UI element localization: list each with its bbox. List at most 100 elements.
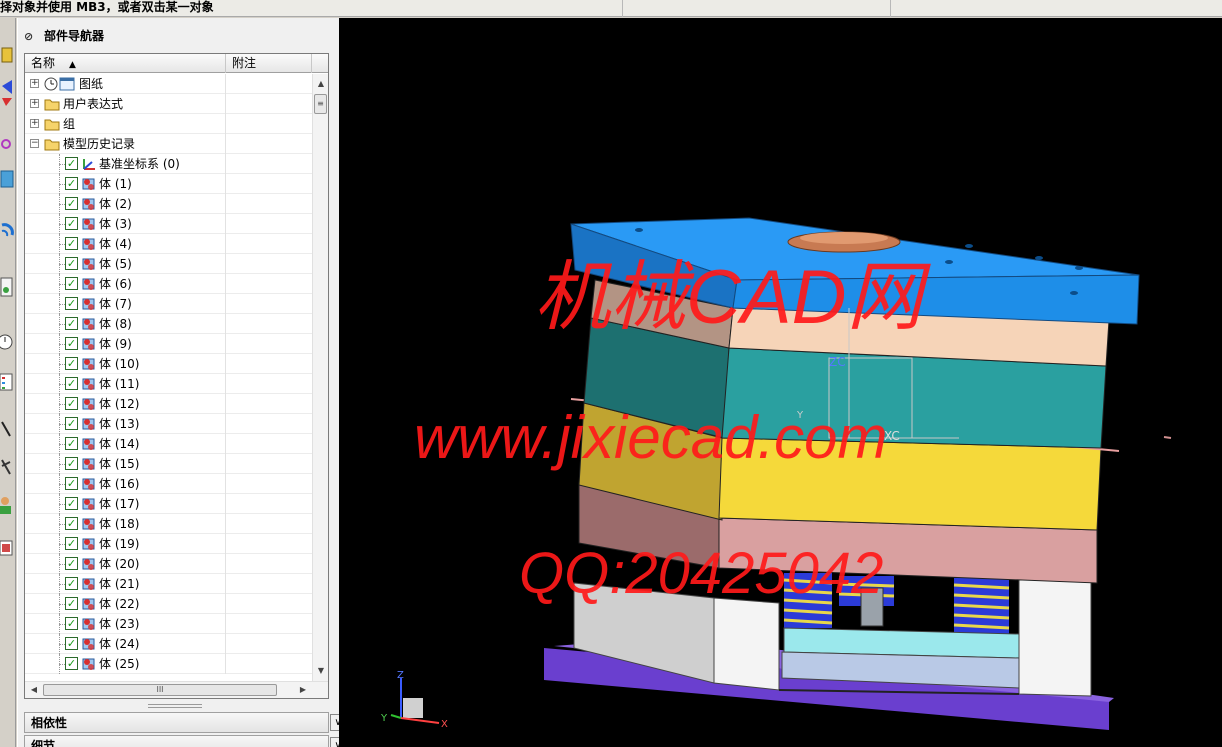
- list-icon[interactable]: [0, 373, 13, 391]
- visibility-checkbox[interactable]: ✓: [65, 317, 78, 330]
- tree-node[interactable]: + 图纸: [25, 74, 312, 94]
- feature-icon[interactable]: [1, 47, 13, 63]
- tree-row[interactable]: ✓ 体 (12): [25, 394, 312, 414]
- clock-icon[interactable]: [0, 334, 13, 350]
- pen-icon[interactable]: [1, 421, 11, 437]
- tree-row[interactable]: ✓ 体 (15): [25, 454, 312, 474]
- tree-row[interactable]: ✓ 体 (9): [25, 334, 312, 354]
- feature-label: 体 (24): [99, 637, 140, 651]
- tree-row[interactable]: ✓ 体 (11): [25, 374, 312, 394]
- sheet-icon[interactable]: [0, 170, 14, 188]
- horizontal-scroll-thumb[interactable]: III: [43, 684, 277, 696]
- visibility-checkbox[interactable]: ✓: [65, 577, 78, 590]
- expand-icon[interactable]: +: [30, 79, 39, 88]
- part-navigator-tree[interactable]: 名称 ▲ 附注 + 图纸 + 用户表达式 + 组 − 模型历史记录 ✓ 基准坐标系 (0) ✓ 体 (1…: [24, 53, 329, 699]
- visibility-checkbox[interactable]: ✓: [65, 477, 78, 490]
- tree-row[interactable]: ✓ 体 (23): [25, 614, 312, 634]
- direction-icon[interactable]: [2, 80, 12, 106]
- visibility-checkbox[interactable]: ✓: [65, 237, 78, 250]
- scroll-down-button[interactable]: ▼: [313, 663, 328, 679]
- visibility-checkbox[interactable]: ✓: [65, 617, 78, 630]
- tree-row[interactable]: ✓ 体 (24): [25, 634, 312, 654]
- target-icon[interactable]: [1, 139, 11, 149]
- visibility-checkbox[interactable]: ✓: [65, 337, 78, 350]
- column-name[interactable]: 名称 ▲: [25, 54, 226, 73]
- resource-bar: [0, 18, 16, 747]
- visibility-checkbox[interactable]: ✓: [65, 377, 78, 390]
- tree-row[interactable]: ✓ 体 (17): [25, 494, 312, 514]
- horizontal-scrollbar[interactable]: ◀ III ▶: [25, 681, 328, 698]
- visibility-checkbox[interactable]: ✓: [65, 277, 78, 290]
- visibility-checkbox[interactable]: ✓: [65, 217, 78, 230]
- visibility-checkbox[interactable]: ✓: [65, 257, 78, 270]
- vertical-scrollbar[interactable]: ▲ ≡ ▼: [312, 74, 328, 681]
- visibility-checkbox[interactable]: ✓: [65, 457, 78, 470]
- tree-node[interactable]: − 模型历史记录: [25, 134, 312, 154]
- scroll-right-button[interactable]: ▶: [295, 682, 311, 698]
- tree-row[interactable]: ✓ 体 (20): [25, 554, 312, 574]
- tree-row[interactable]: ✓ 体 (3): [25, 214, 312, 234]
- visibility-checkbox[interactable]: ✓: [65, 537, 78, 550]
- tree-row[interactable]: ✓ 体 (2): [25, 194, 312, 214]
- visibility-checkbox[interactable]: ✓: [65, 397, 78, 410]
- visibility-checkbox[interactable]: ✓: [65, 557, 78, 570]
- tree-row[interactable]: ✓ 体 (22): [25, 594, 312, 614]
- graphics-window[interactable]: ZC XC Y 机械CAD网 www.jixiecad.com QQ:20425…: [339, 18, 1222, 747]
- visibility-checkbox[interactable]: ✓: [65, 177, 78, 190]
- expand-icon[interactable]: +: [30, 119, 39, 128]
- spacer-block-right[interactable]: [1018, 577, 1092, 697]
- visibility-checkbox[interactable]: ✓: [65, 417, 78, 430]
- visibility-checkbox[interactable]: ✓: [65, 497, 78, 510]
- visibility-checkbox[interactable]: ✓: [65, 517, 78, 530]
- tree-node[interactable]: + 组: [25, 114, 312, 134]
- feature-label: 体 (4): [99, 237, 132, 251]
- expand-icon[interactable]: +: [30, 99, 39, 108]
- body-icon: [81, 497, 97, 511]
- spacer-block-front-left[interactable]: [713, 597, 780, 691]
- navigator-title: 部件导航器: [44, 29, 105, 43]
- folder-icon: [44, 97, 60, 111]
- visibility-checkbox[interactable]: ✓: [65, 357, 78, 370]
- visibility-checkbox[interactable]: ✓: [65, 637, 78, 650]
- details-section[interactable]: 细节 ∨: [24, 735, 346, 747]
- vertical-scroll-thumb[interactable]: ≡: [314, 94, 327, 114]
- collapse-icon[interactable]: −: [30, 139, 39, 148]
- tree-row[interactable]: ✓ 体 (7): [25, 294, 312, 314]
- visibility-checkbox[interactable]: ✓: [65, 297, 78, 310]
- dependencies-section[interactable]: 相依性 ∨: [24, 712, 346, 733]
- visibility-checkbox[interactable]: ✓: [65, 197, 78, 210]
- image-icon[interactable]: [0, 540, 13, 556]
- body-icon: [81, 577, 97, 591]
- scroll-left-button[interactable]: ◀: [26, 682, 42, 698]
- visibility-checkbox[interactable]: ✓: [65, 657, 78, 670]
- tree-row[interactable]: ✓ 体 (18): [25, 514, 312, 534]
- visibility-checkbox[interactable]: ✓: [65, 597, 78, 610]
- column-header: 名称 ▲ 附注: [25, 54, 328, 73]
- pin-icon[interactable]: ⊘: [24, 27, 38, 47]
- tree-row[interactable]: ✓ 体 (25): [25, 654, 312, 674]
- column-note[interactable]: 附注: [226, 54, 312, 73]
- user-icon[interactable]: [0, 497, 11, 514]
- panel-splitter[interactable]: [148, 704, 202, 708]
- tree-row[interactable]: ✓ 体 (4): [25, 234, 312, 254]
- tree-row[interactable]: ✓ 体 (10): [25, 354, 312, 374]
- spring-right[interactable]: [953, 578, 1010, 636]
- tree-row[interactable]: ✓ 体 (8): [25, 314, 312, 334]
- tool-icon[interactable]: [1, 459, 11, 475]
- document-icon[interactable]: [0, 277, 13, 297]
- tree-row[interactable]: ✓ 基准坐标系 (0): [25, 154, 312, 174]
- tree-row[interactable]: ✓ 体 (6): [25, 274, 312, 294]
- tree-row[interactable]: ✓ 体 (16): [25, 474, 312, 494]
- tree-node[interactable]: + 用户表达式: [25, 94, 312, 114]
- tree-row[interactable]: ✓ 体 (19): [25, 534, 312, 554]
- tree-row[interactable]: ✓ 体 (13): [25, 414, 312, 434]
- tree-row[interactable]: ✓ 体 (21): [25, 574, 312, 594]
- wifi-icon[interactable]: [1, 223, 14, 237]
- tree-row[interactable]: ✓ 体 (5): [25, 254, 312, 274]
- mold-model-view[interactable]: ZC XC Y 机械CAD网 www.jixiecad.com QQ:20425…: [339, 18, 1222, 747]
- scroll-up-button[interactable]: ▲: [313, 76, 328, 92]
- tree-row[interactable]: ✓ 体 (14): [25, 434, 312, 454]
- visibility-checkbox[interactable]: ✓: [65, 157, 78, 170]
- tree-row[interactable]: ✓ 体 (1): [25, 174, 312, 194]
- visibility-checkbox[interactable]: ✓: [65, 437, 78, 450]
